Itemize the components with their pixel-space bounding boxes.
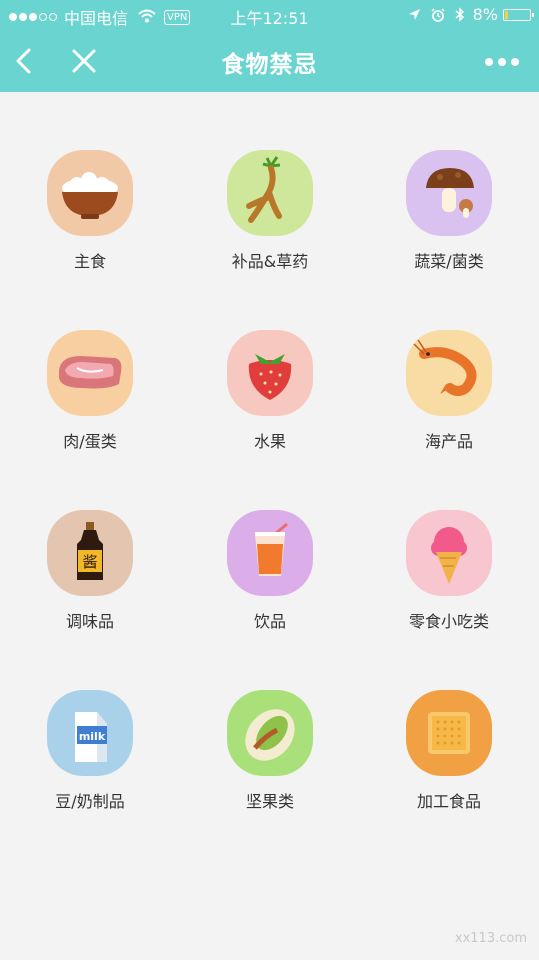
category-processed-food[interactable]: 加工食品 (359, 690, 539, 830)
category-icon-bg (227, 150, 313, 236)
pistachio-icon (245, 709, 295, 761)
category-icon-bg (47, 330, 133, 416)
shrimp-icon (413, 339, 477, 396)
biscuit-icon (428, 712, 470, 754)
page-title: 食物禁忌 (221, 52, 318, 78)
category-label: 水果 (253, 432, 286, 451)
sauce-label: 酱 (82, 553, 97, 571)
category-label: 加工食品 (416, 792, 481, 811)
milk-carton-icon: milk (75, 712, 107, 762)
category-icon-bg (47, 150, 133, 236)
rice-bowl-icon (62, 172, 118, 219)
category-icon-bg (406, 510, 492, 596)
category-icon-bg (406, 690, 492, 776)
category-label: 肉/蛋类 (63, 432, 117, 451)
battery-icon (503, 8, 534, 21)
category-icon-bg (227, 330, 313, 416)
category-fruit[interactable]: 水果 (180, 330, 360, 470)
category-icon-bg (406, 330, 492, 416)
battery-percent: 8% (472, 5, 498, 24)
category-icon-bg (227, 510, 313, 596)
milk-label: milk (79, 730, 106, 743)
category-label: 零食小吃类 (408, 612, 489, 631)
soy-sauce-icon: 酱 (77, 522, 103, 580)
category-vegetables[interactable]: 蔬菜/菌类 (359, 150, 539, 290)
category-icon-bg (227, 690, 313, 776)
status-bar: 中国电信 VPN 上午12:51 8% (0, 0, 539, 30)
category-staple-food[interactable]: 主食 (0, 150, 180, 290)
category-tonic-herbs[interactable]: 补品&草药 (180, 150, 360, 290)
location-arrow-icon (408, 8, 421, 21)
nav-bar: 食物禁忌 (0, 30, 539, 92)
juice-icon (255, 522, 288, 576)
category-label: 饮品 (253, 612, 286, 631)
strawberry-icon (248, 354, 292, 400)
more-dots-icon (485, 58, 519, 66)
mushroom-icon (426, 168, 474, 218)
alarm-clock-icon (431, 7, 445, 22)
ginseng-icon (246, 156, 282, 223)
category-label: 海产品 (424, 432, 473, 451)
category-seafood[interactable]: 海产品 (359, 330, 539, 470)
ice-cream-icon (431, 527, 467, 584)
category-label: 蔬菜/菌类 (414, 252, 484, 271)
category-meat-eggs[interactable]: 肉/蛋类 (0, 330, 180, 470)
category-icon-bg (406, 150, 492, 236)
category-icon-bg: 酱 (47, 510, 133, 596)
category-condiments[interactable]: 酱 调味品 (0, 510, 180, 650)
category-label: 豆/奶制品 (55, 792, 125, 811)
category-label: 调味品 (65, 612, 114, 631)
bluetooth-icon (455, 7, 465, 22)
category-drinks[interactable]: 饮品 (180, 510, 360, 650)
category-icon-bg: milk (47, 690, 133, 776)
category-nuts[interactable]: 坚果类 (180, 690, 360, 830)
category-label: 补品&草药 (231, 252, 309, 271)
category-dairy[interactable]: milk 豆/奶制品 (0, 690, 180, 830)
watermark: xx113.com (454, 931, 527, 946)
category-label: 坚果类 (245, 792, 294, 811)
category-snacks[interactable]: 零食小吃类 (359, 510, 539, 650)
meat-icon (59, 356, 122, 389)
more-button[interactable] (483, 54, 523, 68)
category-label: 主食 (73, 252, 106, 271)
